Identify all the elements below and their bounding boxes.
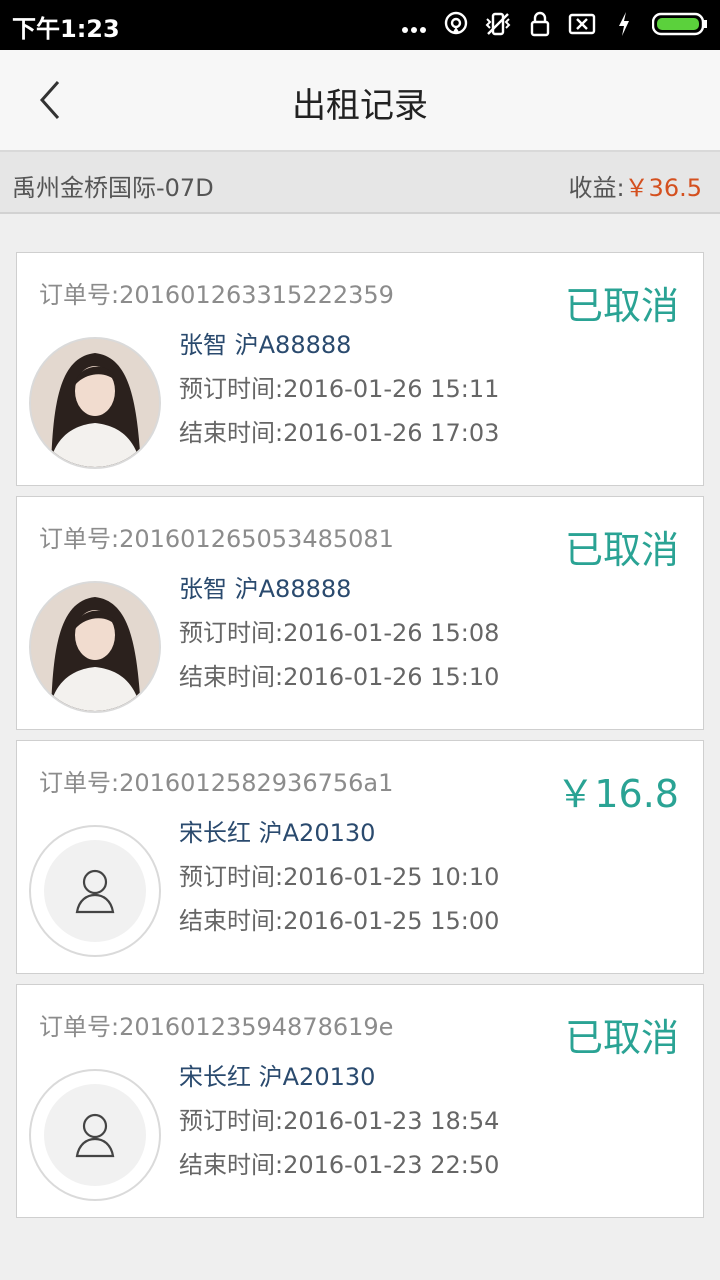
sim-off-icon bbox=[568, 10, 596, 38]
booking-time: 预订时间:2016-01-26 15:11 bbox=[179, 375, 500, 403]
order-number: 订单号:201601265053485081 bbox=[39, 525, 394, 553]
order-info: 张智 沪A88888 预订时间:2016-01-26 15:08 结束时间:20… bbox=[179, 573, 499, 705]
user-icon bbox=[75, 869, 115, 914]
order-number: 订单号:201601263315222359 bbox=[39, 281, 394, 309]
order-card[interactable]: 订单号:201601265053485081 已取消 张智 沪A88888 预订… bbox=[16, 496, 704, 730]
earnings-value: ￥36.5 bbox=[624, 174, 702, 202]
user-photo-avatar bbox=[31, 583, 159, 711]
page-title: 出租记录 bbox=[292, 86, 428, 126]
order-info: 张智 沪A88888 预订时间:2016-01-26 15:11 结束时间:20… bbox=[179, 329, 499, 461]
end-time: 结束时间:2016-01-25 15:00 bbox=[179, 907, 500, 935]
booking-time: 预订时间:2016-01-26 15:08 bbox=[179, 619, 500, 647]
vibrate-off-icon bbox=[484, 10, 512, 38]
earnings: 收益:￥36.5 bbox=[568, 168, 702, 203]
order-status: ￥16.8 bbox=[556, 772, 679, 816]
lock-icon bbox=[526, 10, 554, 38]
app-header: 出租记录 bbox=[0, 50, 720, 152]
renter-name-plate: 张智 沪A88888 bbox=[179, 575, 352, 603]
order-card[interactable]: 订单号:201601263315222359 已取消 张智 沪A88888 预订… bbox=[16, 252, 704, 486]
order-status: 已取消 bbox=[564, 528, 679, 572]
avatar bbox=[29, 581, 161, 713]
user-icon bbox=[75, 1113, 115, 1158]
summary-bar: 禹州金桥国际-07D 收益:￥36.5 bbox=[0, 152, 720, 214]
user-photo-avatar bbox=[31, 339, 159, 467]
booking-time: 预订时间:2016-01-25 10:10 bbox=[179, 863, 500, 891]
earnings-label: 收益: bbox=[568, 174, 625, 202]
order-number: 订单号:2016012582936756a1 bbox=[39, 769, 394, 797]
order-number: 订单号:20160123594878619e bbox=[39, 1013, 394, 1041]
avatar bbox=[29, 825, 161, 957]
more-dots-icon bbox=[400, 10, 428, 38]
battery-icon bbox=[652, 10, 708, 38]
renter-name-plate: 宋长红 沪A20130 bbox=[179, 1063, 376, 1091]
renter-name-plate: 宋长红 沪A20130 bbox=[179, 819, 376, 847]
order-info: 宋长红 沪A20130 预订时间:2016-01-23 18:54 结束时间:2… bbox=[179, 1061, 499, 1193]
end-time: 结束时间:2016-01-26 15:10 bbox=[179, 663, 500, 691]
order-status: 已取消 bbox=[564, 1016, 679, 1060]
order-info: 宋长红 沪A20130 预订时间:2016-01-25 10:10 结束时间:2… bbox=[179, 817, 499, 949]
status-time: 下午1:23 bbox=[12, 15, 120, 43]
location-label: 禹州金桥国际-07D bbox=[12, 174, 214, 202]
status-bar: 下午1:23 bbox=[0, 0, 720, 50]
renter-name-plate: 张智 沪A88888 bbox=[179, 331, 352, 359]
order-status: 已取消 bbox=[564, 284, 679, 328]
avatar bbox=[29, 337, 161, 469]
avatar bbox=[29, 1069, 161, 1201]
end-time: 结束时间:2016-01-26 17:03 bbox=[179, 419, 500, 447]
booking-time: 预订时间:2016-01-23 18:54 bbox=[179, 1107, 500, 1135]
order-card[interactable]: 订单号:20160123594878619e 已取消 宋长红 沪A20130 预… bbox=[16, 984, 704, 1218]
status-icons bbox=[400, 10, 708, 38]
order-card[interactable]: 订单号:2016012582936756a1 ￥16.8 宋长红 沪A20130… bbox=[16, 740, 704, 974]
charging-icon bbox=[610, 10, 638, 38]
end-time: 结束时间:2016-01-23 22:50 bbox=[179, 1151, 500, 1179]
hotspot-icon bbox=[442, 10, 470, 38]
order-list: 订单号:201601263315222359 已取消 张智 沪A88888 预订… bbox=[16, 252, 704, 1228]
